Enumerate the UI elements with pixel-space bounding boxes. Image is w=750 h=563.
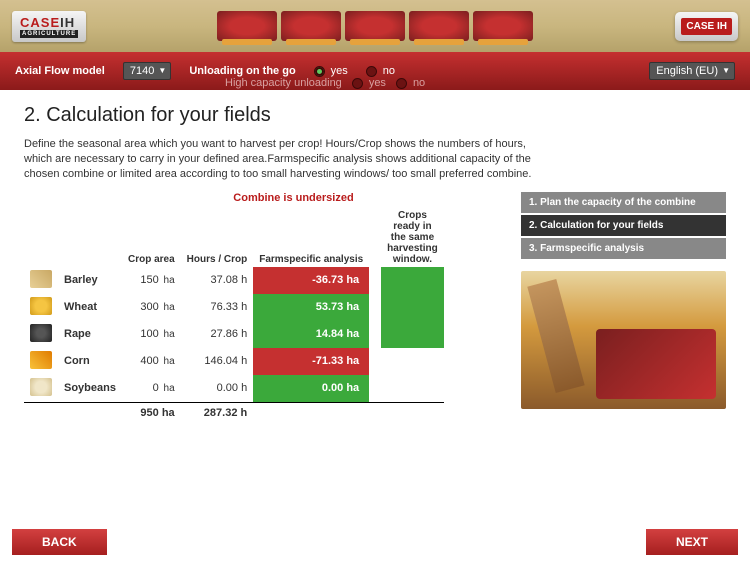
crop-icon — [30, 324, 52, 342]
crop-hours: 146.04 h — [181, 348, 254, 375]
combine-icon — [217, 11, 277, 41]
crop-table: Crop area Hours / Crop Farmspecific anal… — [24, 208, 444, 422]
crop-analysis: 53.73 ha — [253, 294, 369, 321]
calculation-table-area: Combine is undersized Crop area Hours / … — [24, 192, 503, 422]
crop-hours: 27.86 h — [181, 321, 254, 348]
crop-area[interactable]: 300 ha — [122, 294, 181, 321]
col-hours-crop: Hours / Crop — [181, 208, 254, 267]
harvest-window-cell — [381, 348, 444, 375]
col-harvest-window: Crops ready in the same harvesting windo… — [381, 208, 444, 267]
brand-logo-plate: CASEIH AGRICULTURE — [12, 11, 86, 42]
high-cap-no-radio[interactable]: no — [396, 77, 425, 89]
crop-area[interactable]: 0 ha — [122, 375, 181, 403]
radio-no-label: no — [413, 77, 425, 89]
content-area: 2. Calculation for your fields Define th… — [0, 90, 750, 422]
combine-icon — [281, 11, 341, 41]
high-cap-label: High capacity unloading — [225, 77, 342, 89]
brand-subline: AGRICULTURE — [20, 30, 78, 38]
high-cap-yes-radio[interactable]: yes — [352, 77, 386, 89]
table-row: Rape100 ha27.86 h14.84 ha — [24, 321, 444, 348]
combine-photo — [521, 271, 726, 409]
combine-icon — [473, 11, 533, 41]
harvest-window-cell — [381, 294, 444, 321]
total-area: 950 ha — [122, 402, 181, 422]
brand-logo: CASEIH AGRICULTURE — [20, 15, 78, 38]
crop-analysis: -36.73 ha — [253, 267, 369, 294]
undersized-warning: Combine is undersized — [84, 192, 503, 204]
total-hours: 287.32 h — [181, 402, 254, 422]
crop-icon — [30, 270, 52, 288]
crop-name: Wheat — [58, 294, 122, 321]
crop-icon — [30, 351, 52, 369]
table-row: Barley150 ha37.08 h-36.73 ha — [24, 267, 444, 294]
back-button[interactable]: BACK — [12, 529, 107, 555]
brand-badge-label: CASE IH — [681, 18, 732, 35]
crop-name: Rape — [58, 321, 122, 348]
nav-step[interactable]: 1. Plan the capacity of the combine — [521, 192, 726, 213]
crop-icon — [30, 297, 52, 315]
table-row: Corn400 ha146.04 h-71.33 ha — [24, 348, 444, 375]
banner-combine-art — [217, 11, 533, 41]
step-nav: 1. Plan the capacity of the combine2. Ca… — [521, 192, 726, 259]
crop-analysis: 0.00 ha — [253, 375, 369, 403]
crop-icon — [30, 378, 52, 396]
header-banner: CASEIH AGRICULTURE CASE IH — [0, 0, 750, 52]
nav-step[interactable]: 3. Farmspecific analysis — [521, 238, 726, 259]
page-intro: Define the seasonal area which you want … — [24, 137, 534, 182]
combine-icon — [345, 11, 405, 41]
crop-analysis: -71.33 ha — [253, 348, 369, 375]
crop-area[interactable]: 150 ha — [122, 267, 181, 294]
radio-dot-icon — [396, 78, 407, 89]
crop-area[interactable]: 100 ha — [122, 321, 181, 348]
radio-dot-icon — [352, 78, 363, 89]
radio-yes-label: yes — [369, 77, 386, 89]
crop-area[interactable]: 400 ha — [122, 348, 181, 375]
harvest-window-cell — [381, 321, 444, 348]
crop-hours: 0.00 h — [181, 375, 254, 403]
harvest-window-cell — [381, 375, 444, 403]
brand-suffix: IH — [60, 15, 75, 30]
col-crop-area: Crop area — [122, 208, 181, 267]
page-title: 2. Calculation for your fields — [24, 104, 726, 127]
crop-hours: 37.08 h — [181, 267, 254, 294]
col-analysis: Farmspecific analysis — [253, 208, 369, 267]
nav-step[interactable]: 2. Calculation for your fields — [521, 215, 726, 236]
next-button[interactable]: NEXT — [646, 529, 738, 555]
radio-dot-icon — [366, 66, 377, 77]
brand-name: CASE — [20, 15, 60, 30]
footer-bar: BACK NEXT — [0, 529, 750, 563]
harvest-window-cell — [381, 267, 444, 294]
crop-name: Corn — [58, 348, 122, 375]
crop-analysis: 14.84 ha — [253, 321, 369, 348]
radio-dot-icon — [314, 66, 325, 77]
combine-icon — [409, 11, 469, 41]
crop-name: Soybeans — [58, 375, 122, 403]
crop-hours: 76.33 h — [181, 294, 254, 321]
brand-badge-right: CASE IH — [675, 12, 738, 41]
crop-name: Barley — [58, 267, 122, 294]
table-row: Wheat300 ha76.33 h53.73 ha — [24, 294, 444, 321]
table-row: Soybeans0 ha0.00 h0.00 ha — [24, 375, 444, 403]
settings-subrow: High capacity unloading yes no — [0, 76, 750, 90]
